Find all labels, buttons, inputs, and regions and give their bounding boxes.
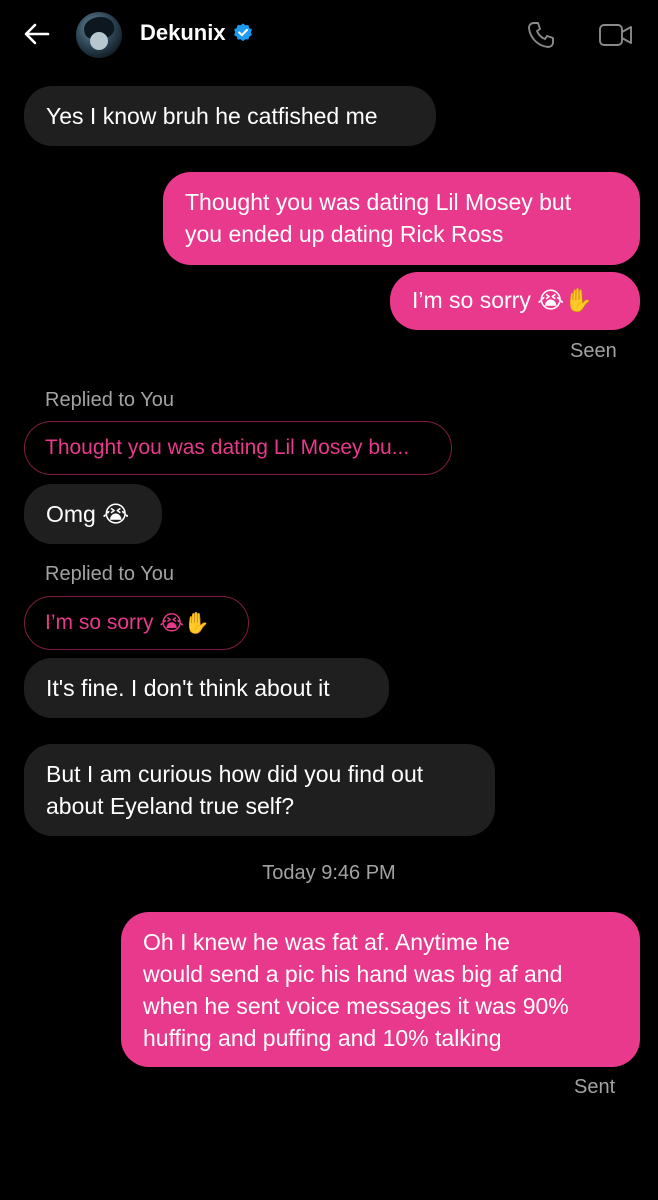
- message-timestamp: Today 9:46 PM: [262, 862, 396, 884]
- crying-face-emoji-icon: 😭: [102, 502, 130, 528]
- reply-label: Replied to You: [45, 389, 175, 411]
- message-text-line: But I am curious how did you find out: [46, 761, 424, 787]
- message-outgoing[interactable]: I’m so sorry 😭✋: [390, 272, 640, 330]
- message-incoming[interactable]: But I am curious how did you find out ab…: [24, 744, 495, 836]
- crying-face-emoji-icon: 😭✋: [537, 288, 593, 314]
- reply-quote[interactable]: I’m so sorry 😭✋: [24, 596, 249, 650]
- verified-badge-icon: [233, 23, 252, 42]
- avatar[interactable]: [76, 12, 122, 58]
- message-incoming[interactable]: Omg 😭: [24, 484, 162, 544]
- video-camera-icon[interactable]: [598, 22, 634, 48]
- message-text: It's fine. I don't think about it: [46, 675, 330, 701]
- reply-quote-text: I’m so sorry: [45, 611, 154, 634]
- message-text-line: when he sent voice messages it was 90%: [143, 993, 569, 1019]
- reply-quote[interactable]: Thought you was dating Lil Mosey bu...: [24, 421, 452, 475]
- contact-name-label: Dekunix: [140, 20, 226, 45]
- message-text-line: huffing and puffing and 10% talking: [143, 1025, 502, 1051]
- message-text-line: would send a pic his hand was big af and: [143, 961, 563, 987]
- back-arrow-icon[interactable]: [22, 20, 50, 48]
- reply-quote-text: Thought you was dating Lil Mosey bu...: [45, 436, 410, 459]
- conversation-header: Dekunix: [0, 0, 658, 70]
- message-text-line: Oh I knew he was fat af. Anytime he: [143, 929, 510, 955]
- message-text-line: you ended up dating Rick Ross: [185, 221, 504, 247]
- sent-status: Sent: [574, 1076, 616, 1098]
- message-text: I’m so sorry: [412, 287, 531, 313]
- seen-status: Seen: [570, 340, 617, 362]
- reply-label: Replied to You: [45, 563, 175, 585]
- message-text-line: Thought you was dating Lil Mosey but: [185, 189, 572, 215]
- crying-face-emoji-icon: 😭✋: [159, 610, 211, 635]
- message-incoming[interactable]: It's fine. I don't think about it: [24, 658, 389, 718]
- message-outgoing[interactable]: Oh I knew he was fat af. Anytime he woul…: [121, 912, 640, 1067]
- message-text: Omg: [46, 501, 96, 527]
- phone-icon[interactable]: [526, 20, 556, 50]
- message-incoming[interactable]: Yes I know bruh he catfished me: [24, 86, 436, 146]
- message-outgoing[interactable]: Thought you was dating Lil Mosey but you…: [163, 172, 640, 265]
- message-text: Yes I know bruh he catfished me: [46, 103, 378, 129]
- contact-name[interactable]: Dekunix: [140, 20, 254, 46]
- message-text-line: about Eyeland true self?: [46, 793, 295, 819]
